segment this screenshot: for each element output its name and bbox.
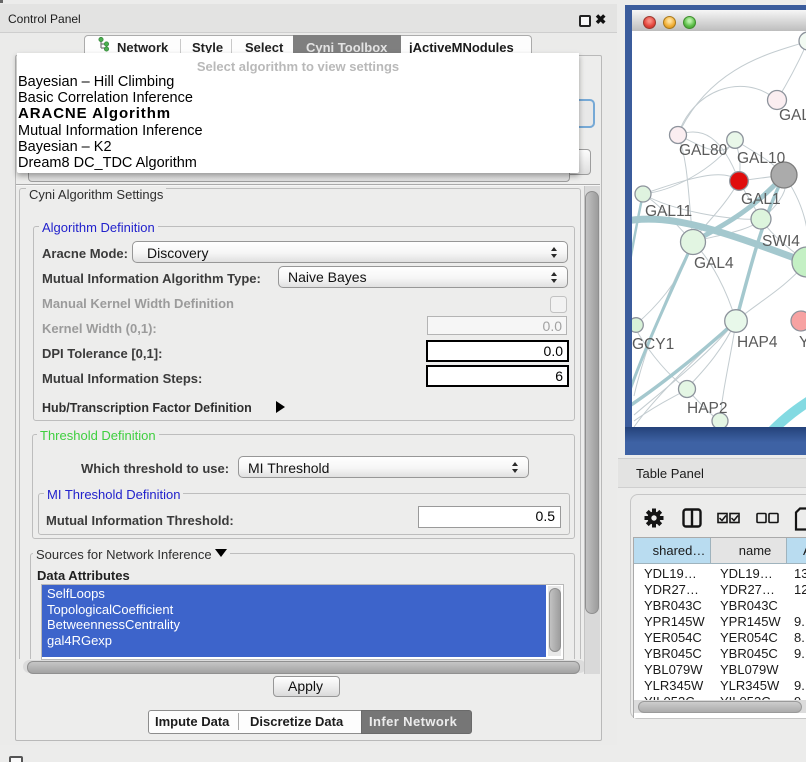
- svg-text:GAL11: GAL11: [645, 203, 692, 220]
- svg-text:HAP2: HAP2: [687, 400, 728, 417]
- svg-text:GAL4: GAL4: [694, 255, 734, 272]
- svg-text:GCY1: GCY1: [632, 336, 674, 353]
- svg-text:Y: Y: [799, 334, 806, 351]
- svg-text:GAL80: GAL80: [679, 142, 728, 159]
- svg-text:HAP4: HAP4: [737, 334, 778, 351]
- svg-text:SWI4: SWI4: [762, 233, 800, 250]
- svg-text:GAL7: GAL7: [779, 107, 806, 124]
- svg-text:GAL10: GAL10: [737, 150, 786, 167]
- svg-text:GAL1: GAL1: [741, 191, 781, 208]
